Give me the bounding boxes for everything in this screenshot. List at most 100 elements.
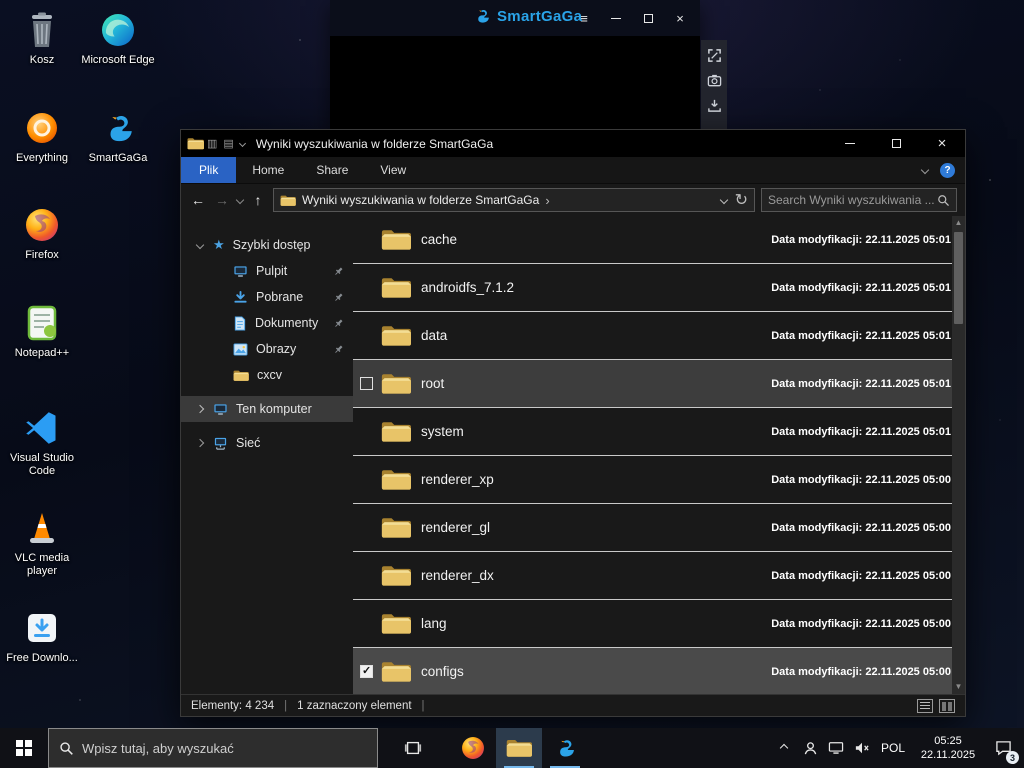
file-row[interactable]: renderer_dx Data modyfikacji: 22.11.2025… [353,552,965,600]
search-input[interactable] [768,193,937,207]
close-icon[interactable]: × [919,130,965,157]
smartgaga-window: SmartGaGa ≡ × [330,0,700,130]
close-icon[interactable]: × [666,6,694,30]
navigation-toolbar: ← → ↑ Wyniki wyszukiwania w folderze Sma… [181,184,965,216]
selected-count: 1 zaznaczony element [297,699,412,712]
scrollbar-thumb[interactable] [954,232,963,324]
firefox-icon [462,737,484,759]
sidebar-item-desktop[interactable]: Pulpit [181,258,353,284]
screenshot-icon[interactable] [707,73,722,88]
pin-icon[interactable] [334,267,343,276]
back-icon[interactable]: ← [189,192,207,208]
file-name: androidfs_7.1.2 [421,280,515,295]
row-checkbox[interactable] [360,664,373,678]
expander-icon[interactable] [195,438,205,448]
network-icon[interactable] [824,728,848,768]
desktop-icon-vlc[interactable]: VLC media player [4,508,80,578]
desktop-icon-free-download[interactable]: Free Downlo... [4,608,80,665]
taskbar-smartgaga-button[interactable] [542,728,588,768]
taskbar-firefox-button[interactable] [450,728,496,768]
sidebar-item-downloads[interactable]: Pobrane [181,284,353,310]
pin-icon[interactable] [334,345,343,354]
history-dropdown-icon[interactable] [235,195,245,205]
breadcrumb-chevron-icon[interactable]: › [545,193,549,208]
apk-install-icon[interactable] [707,98,722,113]
tab-home[interactable]: Home [236,157,300,183]
expander-icon[interactable] [195,404,205,414]
quick-access-toolbar-icon[interactable]: ▤ [223,137,233,150]
status-bar: Elementy: 4 234 | 1 zaznaczony element | [181,694,965,716]
tab-view[interactable]: View [364,157,422,183]
explorer-titlebar[interactable]: ▥ ▤ Wyniki wyszukiwania w folderze Smart… [181,130,965,157]
minimize-icon[interactable] [602,6,630,30]
taskbar-search[interactable] [48,728,378,768]
breadcrumb[interactable]: Wyniki wyszukiwania w folderze SmartGaGa [302,193,539,207]
smartgaga-titlebar[interactable]: SmartGaGa ≡ × [330,0,700,36]
maximize-icon[interactable] [873,130,919,157]
search-icon [59,741,74,756]
file-modified: Data modyfikacji: 22.11.2025 05:01 [771,377,951,390]
search-icon[interactable] [937,194,950,207]
sidebar-item-this-pc[interactable]: Ten komputer [181,396,353,422]
file-row[interactable]: data Data modyfikacji: 22.11.2025 05:01 [353,312,965,360]
task-view-button[interactable] [390,728,436,768]
desktop-icon-notepadpp[interactable]: Notepad++ [4,303,80,360]
sidebar-item-pictures[interactable]: Obrazy [181,336,353,362]
details-view-icon[interactable] [917,698,933,713]
refresh-icon[interactable]: ↻ [735,190,748,210]
maximize-icon[interactable] [634,6,662,30]
desktop-icon-everything[interactable]: Everything [4,108,80,165]
file-row[interactable]: lang Data modyfikacji: 22.11.2025 05:00 [353,600,965,648]
pin-icon[interactable] [334,319,343,328]
up-icon[interactable]: ↑ [249,192,267,208]
row-checkbox[interactable] [360,377,373,390]
desktop-icon-recycle-bin[interactable]: Kosz [4,10,80,67]
file-row[interactable]: root Data modyfikacji: 22.11.2025 05:01 [353,360,965,408]
quick-access-toolbar-icon[interactable]: ▥ [207,137,217,150]
taskbar-search-input[interactable] [82,740,367,756]
search-box[interactable] [761,188,957,212]
address-dropdown-icon[interactable] [719,195,728,205]
fullscreen-icon[interactable] [707,48,722,63]
scroll-down-icon[interactable]: ▼ [955,680,963,694]
file-row[interactable]: cache Data modyfikacji: 22.11.2025 05:01 [353,216,965,264]
sidebar-item-documents[interactable]: Dokumenty [181,310,353,336]
people-icon[interactable] [798,728,822,768]
scrollbar[interactable]: ▲ ▼ [952,216,965,694]
volume-muted-icon[interactable] [850,728,874,768]
ribbon-collapse-icon[interactable] [920,165,930,175]
pin-icon[interactable] [334,293,343,302]
file-row[interactable]: renderer_xp Data modyfikacji: 22.11.2025… [353,456,965,504]
large-icons-view-icon[interactable] [939,698,955,713]
tab-share[interactable]: Share [300,157,364,183]
tray-expand-icon[interactable] [772,728,796,768]
clock[interactable]: 05:25 22.11.2025 [912,734,984,762]
file-modified: Data modyfikacji: 22.11.2025 05:00 [771,617,951,630]
file-row[interactable]: configs Data modyfikacji: 22.11.2025 05:… [353,648,965,694]
taskbar-explorer-button[interactable] [496,728,542,768]
sidebar-item-quick-access[interactable]: ★ Szybki dostęp [181,232,353,258]
chevron-down-icon[interactable] [238,139,246,148]
forward-icon[interactable]: → [213,192,231,208]
file-row[interactable]: system Data modyfikacji: 22.11.2025 05:0… [353,408,965,456]
file-row[interactable]: androidfs_7.1.2 Data modyfikacji: 22.11.… [353,264,965,312]
action-center-button[interactable]: 3 [986,728,1020,768]
start-button[interactable] [0,728,48,768]
this-pc-icon [213,402,228,417]
expander-icon[interactable] [195,240,205,250]
vscode-icon [22,408,62,448]
sidebar-item-network[interactable]: Sieć [181,430,353,456]
desktop-icon-vscode[interactable]: Visual Studio Code [4,408,80,478]
desktop-icon-firefox[interactable]: Firefox [4,205,80,262]
address-bar[interactable]: Wyniki wyszukiwania w folderze SmartGaGa… [273,188,755,212]
desktop-icon-edge[interactable]: Microsoft Edge [80,10,156,67]
windows-logo-icon [16,740,32,756]
desktop-icon-smartgaga[interactable]: SmartGaGa [80,108,156,165]
help-button[interactable]: ? [940,162,955,178]
language-indicator[interactable]: POL [876,741,910,755]
tab-file[interactable]: Plik [181,157,237,183]
file-row[interactable]: renderer_gl Data modyfikacji: 22.11.2025… [353,504,965,552]
scroll-up-icon[interactable]: ▲ [955,216,963,230]
minimize-icon[interactable] [827,130,873,157]
sidebar-item-cxcv[interactable]: cxcv [181,362,353,388]
